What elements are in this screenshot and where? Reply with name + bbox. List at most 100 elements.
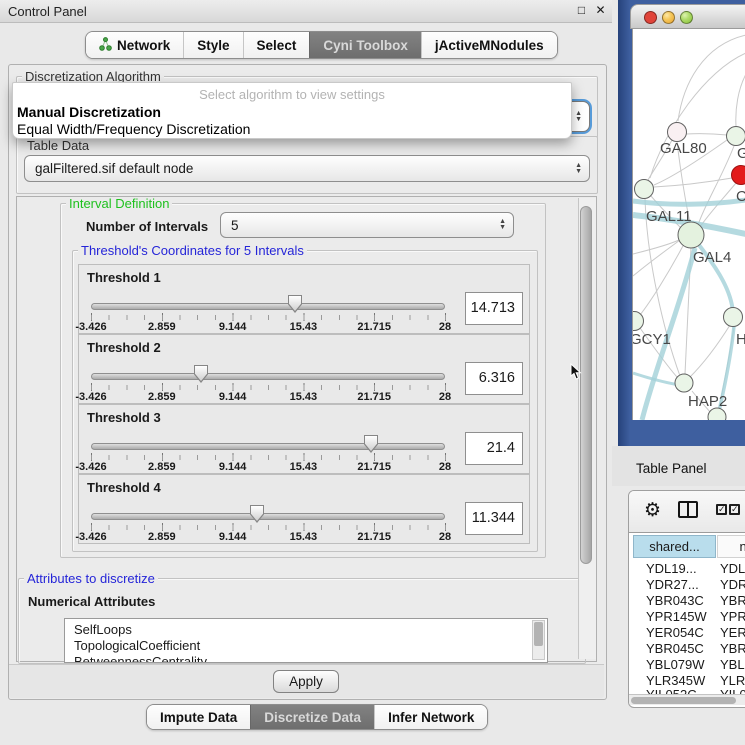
list-item[interactable]: BetweennessCentrality: [74, 654, 207, 663]
table-row[interactable]: YER054CYER0: [629, 625, 745, 641]
tab-discretize-data[interactable]: Discretize Data: [250, 705, 374, 729]
cell-shared-name: YPR145W: [646, 609, 707, 625]
table-data-combobox[interactable]: galFiltered.sif default node ▲ ▼: [24, 155, 590, 182]
tab-style[interactable]: Style: [183, 32, 242, 58]
table-panel-card: ⚙ ✓ ✓ shared... na YDL19...YDL1 YDR27...…: [628, 490, 745, 708]
threshold-3-slider-track[interactable]: [91, 443, 445, 450]
tab-infer-network[interactable]: Infer Network: [374, 705, 487, 729]
threshold-1-slider-thumb[interactable]: [288, 295, 302, 313]
scale-label: 21.715: [357, 531, 391, 543]
node-red-selected[interactable]: [732, 166, 745, 185]
combo-stepper-icon[interactable]: ▲ ▼: [575, 111, 582, 123]
cell-shared-name: YBL079W: [646, 657, 705, 673]
tab-select[interactable]: Select: [243, 32, 310, 58]
threshold-4-value-field[interactable]: 11.344: [465, 502, 523, 535]
list-item[interactable]: SelfLoops: [74, 622, 132, 637]
scale-label: 2.859: [148, 531, 176, 543]
panel-scrollbar-thumb[interactable]: [580, 206, 592, 564]
num-intervals-label: Number of Intervals: [86, 219, 208, 234]
attributes-list[interactable]: SelfLoops TopologicalCoefficient Between…: [64, 618, 548, 663]
threshold-2-value-field[interactable]: 6.316: [465, 362, 523, 395]
scale-label: 15.43: [290, 321, 318, 333]
attributes-group-label: Attributes to discretize: [24, 572, 158, 585]
cell-shared-name: YBR043C: [646, 593, 704, 609]
apply-button[interactable]: Apply: [273, 670, 339, 693]
threshold-row-1: Threshold 1 -3.426 2.859 9.144 15.43 21.…: [78, 264, 530, 334]
scale-label: 21.715: [357, 321, 391, 333]
threshold-1-value-field[interactable]: 14.713: [465, 292, 523, 325]
threshold-4-slider-track[interactable]: [91, 513, 445, 520]
column-header-shared-name[interactable]: shared...: [633, 535, 716, 558]
dropdown-option-equal-width[interactable]: Equal Width/Frequency Discretization: [17, 121, 250, 137]
column-header-name[interactable]: na: [717, 535, 745, 558]
list-scrollbar-thumb[interactable]: [534, 622, 543, 646]
table-row[interactable]: YBL079WYBL0: [629, 657, 745, 673]
combo-stepper-icon[interactable]: ▲ ▼: [499, 219, 506, 231]
cell-name: YPR1: [720, 609, 745, 625]
threshold-2-label: Threshold 2: [87, 340, 161, 355]
node-label-partial-right: H: [736, 331, 745, 348]
cell-name: YDR2: [720, 577, 745, 593]
tab-network-label: Network: [117, 38, 170, 53]
tab-impute-data[interactable]: Impute Data: [147, 705, 250, 729]
checkbox-icon[interactable]: ✓: [729, 504, 740, 515]
node-hap2[interactable]: [675, 374, 693, 392]
minimize-traffic-light-icon[interactable]: [662, 11, 675, 24]
scale-label: 21.715: [357, 461, 391, 473]
zoom-traffic-light-icon[interactable]: [680, 11, 693, 24]
network-icon: [99, 37, 112, 54]
threshold-2-slider-thumb[interactable]: [194, 365, 208, 383]
scale-label: 21.715: [357, 391, 391, 403]
combo-stepper-icon[interactable]: ▲ ▼: [575, 163, 582, 175]
scale-label: -3.426: [75, 461, 106, 473]
table-panel-title: Table Panel: [636, 461, 707, 476]
tab-cyni-toolbox[interactable]: Cyni Toolbox: [309, 32, 421, 58]
table-row[interactable]: YPR145W YPR1: [629, 609, 745, 625]
table-row[interactable]: YDR27... YDR2: [629, 577, 745, 593]
node-right[interactable]: [724, 308, 743, 327]
split-view-icon[interactable]: [678, 501, 698, 518]
scale-label: 28: [439, 391, 451, 403]
threshold-2-slider-track[interactable]: [91, 373, 445, 380]
table-row[interactable]: YBR043CYBR0: [629, 593, 745, 609]
table-horizontal-scrollbar[interactable]: [629, 694, 745, 705]
scale-label: 9.144: [219, 461, 247, 473]
down-arrow-icon: ▼: [575, 169, 582, 175]
threshold-1-slider-track[interactable]: [91, 303, 445, 310]
gear-icon[interactable]: ⚙: [644, 499, 661, 521]
algorithm-dropdown-popup: Select algorithm to view settings Manual…: [12, 82, 572, 139]
node-label-partial-red: C: [736, 188, 745, 205]
network-canvas[interactable]: GAL80 GA C GAL11 GAL4 GCY1 H HAP2: [632, 29, 745, 420]
close-traffic-light-icon[interactable]: [644, 11, 657, 24]
list-item[interactable]: TopologicalCoefficient: [74, 638, 200, 653]
close-window-icon[interactable]: ✕: [593, 3, 608, 18]
node-gal11[interactable]: [635, 180, 654, 199]
table-row[interactable]: YDL19...YDL1: [629, 561, 745, 577]
dropdown-option-manual[interactable]: Manual Discretization: [17, 104, 161, 120]
cell-name: YDL1: [720, 561, 745, 577]
checkbox-icon[interactable]: ✓: [716, 504, 727, 515]
list-scrollbar[interactable]: [532, 620, 545, 660]
cell-shared-name: YDR27...: [646, 577, 699, 593]
network-window-titlebar[interactable]: [630, 4, 745, 29]
scale-label: -3.426: [75, 321, 106, 333]
scale-label: 15.43: [290, 461, 318, 473]
cell-name: YER0: [720, 625, 745, 641]
node-gal80[interactable]: [668, 123, 687, 142]
node-gal4[interactable]: [678, 222, 704, 248]
num-intervals-combobox[interactable]: 5 ▲ ▼: [220, 212, 514, 238]
float-window-icon[interactable]: □: [574, 3, 589, 18]
table-scrollbar-thumb[interactable]: [631, 697, 736, 704]
table-row[interactable]: YBR045CYBR0: [629, 641, 745, 657]
threshold-row-2: Threshold 2 -3.426 2.859 9.144 15.43 21.…: [78, 334, 530, 404]
interval-definition-label: Interval Definition: [66, 197, 172, 210]
node-gcy1[interactable]: [633, 312, 644, 331]
threshold-3-slider-thumb[interactable]: [364, 435, 378, 453]
threshold-4-slider-thumb[interactable]: [250, 505, 264, 523]
tab-network[interactable]: Network: [86, 32, 183, 58]
scale-label: 9.144: [219, 391, 247, 403]
tab-jactivemnodules[interactable]: jActiveMNodules: [421, 32, 557, 58]
threshold-3-value-field[interactable]: 21.4: [465, 432, 523, 465]
scale-label: 9.144: [219, 531, 247, 543]
node-top-right[interactable]: [727, 127, 745, 146]
